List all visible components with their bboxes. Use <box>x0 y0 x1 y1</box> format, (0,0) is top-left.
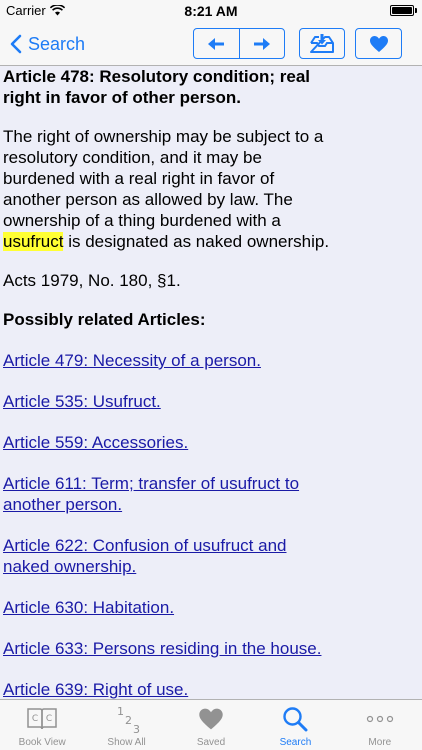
back-button-label: Search <box>28 33 86 54</box>
related-article-link[interactable]: Article 633: Persons residing in the hou… <box>3 639 321 658</box>
tray-download-icon <box>310 33 334 53</box>
tab-book-view[interactable]: C C Book View <box>0 700 84 750</box>
svg-text:3: 3 <box>133 723 140 734</box>
tab-label: Show All <box>107 737 146 748</box>
article-navigation-control <box>193 28 285 59</box>
related-article-link[interactable]: Article 479: Necessity of a person. <box>3 351 261 370</box>
list-item: Article 633: Persons residing in the hou… <box>3 638 419 659</box>
numbers-icon: 1 2 3 <box>117 705 140 734</box>
tab-label: Saved <box>196 737 226 748</box>
tab-saved[interactable]: Saved <box>169 700 253 750</box>
status-bar: Carrier 8:21 AM <box>0 0 422 22</box>
related-article-link[interactable]: Article 559: Accessories. <box>3 433 188 452</box>
navigation-bar: Search <box>0 22 422 66</box>
related-article-link[interactable]: Article 535: Usufruct. <box>3 392 161 411</box>
tab-more[interactable]: More <box>338 700 422 750</box>
tab-label: More <box>368 737 392 748</box>
svg-text:C: C <box>32 714 38 724</box>
list-item: Article 622: Confusion of usufruct and n… <box>3 535 333 577</box>
related-articles-heading: Possibly related Articles: <box>3 310 206 329</box>
list-item: Article 535: Usufruct. <box>3 391 419 412</box>
tab-label: Book View <box>18 737 66 748</box>
battery-icon <box>390 5 414 16</box>
article-body-end: is designated as naked ownership. <box>63 232 330 251</box>
chevron-left-icon <box>10 34 22 54</box>
next-article-button[interactable] <box>238 29 285 58</box>
list-item: Article 630: Habitation. <box>3 597 419 618</box>
heart-icon <box>369 35 388 52</box>
tab-show-all[interactable]: 1 2 3 Show All <box>84 700 168 750</box>
tab-label: Search <box>279 737 312 748</box>
list-item: Article 639: Right of use. <box>3 679 419 699</box>
related-article-link[interactable]: Article 630: Habitation. <box>3 598 174 617</box>
book-view-icon: C C <box>27 708 57 730</box>
status-time: 8:21 AM <box>184 3 238 19</box>
related-article-link[interactable]: Article 622: Confusion of usufruct and n… <box>3 536 287 576</box>
article-body-start: The right of ownership may be subject to… <box>3 127 324 230</box>
highlighted-term: usufruct <box>3 232 64 251</box>
article-title: Article 478: Resolutory condition; real … <box>3 67 311 107</box>
list-item: Article 611: Term; transfer of usufruct … <box>3 473 303 515</box>
list-item: Article 479: Necessity of a person. <box>3 350 419 371</box>
search-icon <box>283 707 308 732</box>
tab-search[interactable]: Search <box>253 700 337 750</box>
svg-text:C: C <box>46 714 52 724</box>
svg-text:1: 1 <box>117 705 124 718</box>
related-articles-list: Article 479: Necessity of a person. Arti… <box>3 350 419 699</box>
article-content: Article 478: Resolutory condition; real … <box>0 66 422 699</box>
previous-article-button[interactable] <box>194 29 239 58</box>
more-icon <box>366 715 393 723</box>
article-body: The right of ownership may be subject to… <box>3 126 333 252</box>
favorite-button[interactable] <box>355 28 402 59</box>
related-article-link[interactable]: Article 611: Term; transfer of usufruct … <box>3 474 299 514</box>
heart-icon <box>199 708 223 730</box>
acts-citation: Acts 1979, No. 180, §1. <box>3 271 181 290</box>
arrow-left-icon <box>208 37 225 50</box>
list-item: Article 559: Accessories. <box>3 432 419 453</box>
save-to-tray-button[interactable] <box>299 28 345 59</box>
back-button[interactable]: Search <box>10 30 85 58</box>
arrow-right-icon <box>253 37 270 50</box>
tab-bar: C C Book View 1 2 3 Show All Saved Searc… <box>0 699 422 750</box>
svg-text:2: 2 <box>125 714 132 727</box>
related-article-link[interactable]: Article 639: Right of use. <box>3 680 188 699</box>
